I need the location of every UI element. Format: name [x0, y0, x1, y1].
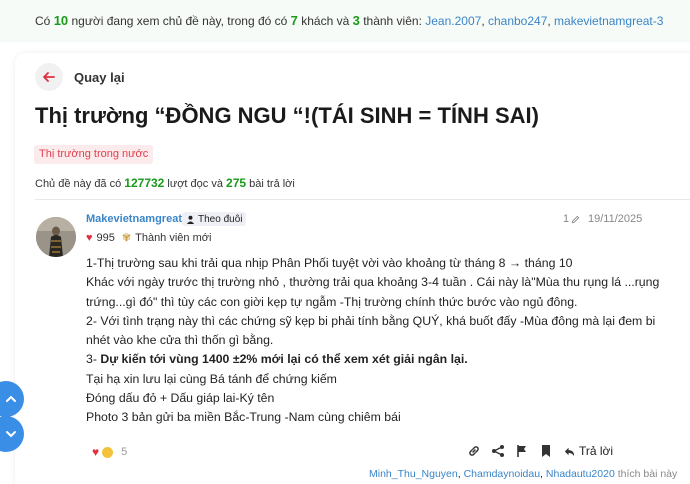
post-line: Tại hạ xin lưu lại cùng Bá tánh để chứng…: [86, 371, 337, 386]
bold-line: Dự kiến tới vùng 1400 ±2% mới lại có thể…: [100, 352, 468, 367]
heart-icon: ♥: [86, 231, 93, 244]
post-tools: Trả lời: [467, 444, 613, 458]
viewers-text: người đang xem chủ đề này, trong đó có: [71, 14, 288, 28]
follow-label: Theo đuôi: [198, 213, 243, 225]
post-line: Photo 3 bản gửi ba miền Bắc-Trung -Nam c…: [86, 410, 401, 425]
replies-count: 275: [226, 176, 247, 190]
share-icon[interactable]: [491, 444, 505, 458]
author-meta: ♥ 995 ✾ Thành viên mới: [86, 231, 212, 245]
thread-stats: Chủ đề này đã có 127732 lượt đọc và 275 …: [35, 176, 295, 190]
liker-link[interactable]: Chamdaynoidau: [464, 468, 540, 480]
members-count: 3: [352, 13, 360, 28]
post-line: 1-Thị trường sau khi trải qua nhịp Phân …: [86, 256, 573, 270]
likers-suffix: thích bài này: [617, 468, 678, 480]
edit-indicator[interactable]: 1: [563, 213, 580, 225]
pencil-icon: [571, 215, 580, 223]
stats-mid: lượt đọc và: [167, 178, 223, 190]
post-line: 3- Dự kiến tới vùng 1400 ±2% mới lại có …: [86, 350, 666, 369]
viewers-total: 10: [53, 13, 69, 28]
viewers-text-3: thành viên:: [363, 14, 422, 28]
back-label[interactable]: Quay lại: [74, 70, 125, 85]
laugh-reaction-icon[interactable]: [102, 446, 114, 458]
reply-icon: [564, 447, 575, 456]
user-icon: [186, 215, 195, 224]
avatar[interactable]: [36, 217, 76, 257]
guests-count: 7: [290, 13, 298, 28]
stats-suffix: bài trả lời: [249, 178, 295, 190]
divider: [35, 199, 690, 200]
post-body: 1-Thị trường sau khi trải qua nhịp Phân …: [86, 254, 666, 428]
viewers-text-2: khách và: [301, 14, 350, 28]
follow-button[interactable]: Theo đuôi: [182, 212, 247, 226]
reactions-received: 995: [96, 231, 115, 244]
liker-link[interactable]: Nhadautu2020: [546, 468, 615, 480]
avatar-image: [36, 217, 76, 257]
sprout-icon: ✾: [121, 232, 132, 244]
member-link[interactable]: chanbo247: [488, 14, 547, 28]
member-rank: Thành viên mới: [135, 231, 212, 244]
post-line: Đóng dấu đỏ + Dấu giáp lai-Ký tên: [86, 391, 275, 406]
member-link[interactable]: Jean.2007: [425, 14, 481, 28]
arrow-left-icon: [43, 72, 55, 82]
reply-button[interactable]: Trả lời: [563, 444, 613, 458]
post-line: 2- Với tình trạng này thì các chứng sỹ k…: [86, 313, 656, 328]
reply-label: Trả lời: [579, 444, 614, 458]
member-link[interactable]: makevietnamgreat-3: [554, 14, 663, 28]
post-line: trứng...gì đó" thì tùy các con giời kẹp …: [86, 294, 578, 309]
bold-prefix: 3-: [86, 352, 101, 367]
post-date[interactable]: 19/11/2025: [588, 213, 642, 225]
author-name[interactable]: Makevietnamgreat: [86, 213, 182, 225]
chevron-up-icon: [6, 395, 16, 402]
views-count: 127732: [124, 176, 165, 190]
edit-count: 1: [563, 213, 570, 225]
post-line: Khác với ngày trước thị trường nhỏ , thư…: [86, 275, 660, 290]
flag-icon[interactable]: [515, 444, 529, 458]
heart-reaction-icon[interactable]: ♥: [92, 445, 99, 459]
viewers-prefix: Có: [35, 14, 51, 28]
back-button[interactable]: [35, 63, 63, 91]
reaction-count[interactable]: 5: [121, 446, 127, 458]
stats-prefix: Chủ đề này đã có: [35, 178, 122, 190]
viewers-bar: Có 10 người đang xem chủ đề này, trong đ…: [0, 0, 690, 42]
thread-title: Thị trường “ĐỒNG NGU “!(TÁI SINH = TÍNH …: [35, 103, 539, 128]
category-tag[interactable]: Thị trường trong nước: [34, 145, 154, 164]
liker-link[interactable]: Minh_Thu_Nguyen: [369, 468, 458, 480]
link-icon[interactable]: [467, 444, 481, 458]
post-line: nhét vào khe cửa thì thốn gì bằng.: [86, 333, 274, 348]
bookmark-icon[interactable]: [539, 444, 553, 458]
likers-summary: Minh_Thu_Nguyen, Chamdaynoidau, Nhadautu…: [369, 468, 678, 480]
chevron-down-icon: [6, 431, 16, 438]
